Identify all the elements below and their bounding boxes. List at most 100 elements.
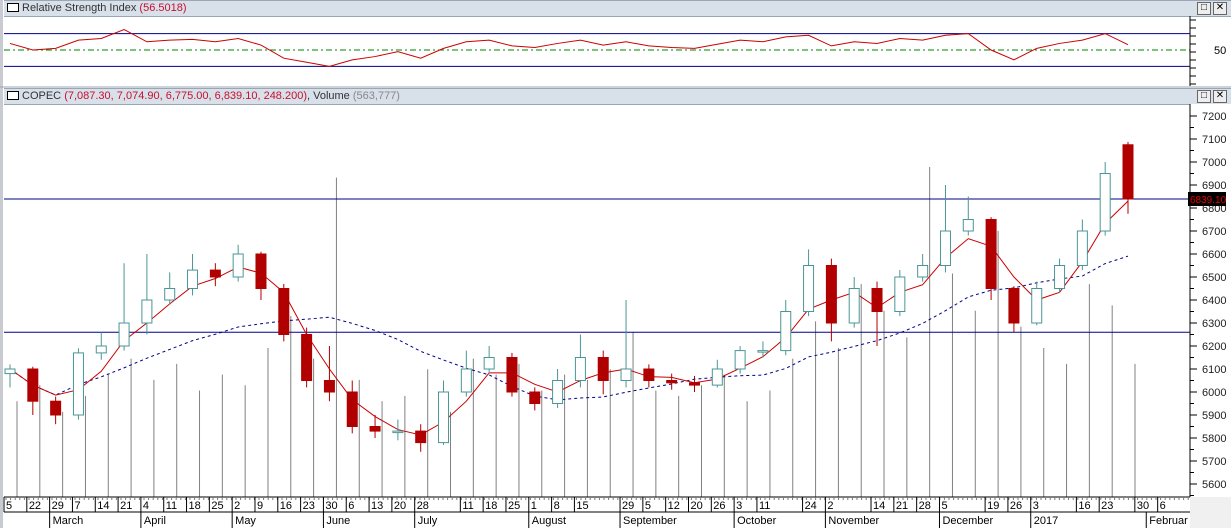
candle-up (574, 357, 586, 381)
price-axis-label: 6000 (1202, 387, 1226, 399)
candle-up (164, 288, 176, 301)
ohlc-values: (7,087.30, 7,074.90, 6,775.00, 6,839.10,… (64, 90, 307, 102)
date-tick-label: 11 (166, 500, 177, 512)
date-tick-label: 13 (371, 500, 383, 512)
date-tick-label: 14 (873, 500, 885, 512)
price-axis-label: 6400 (1202, 295, 1226, 307)
date-tick-label: 2 (234, 500, 240, 512)
price-axis-label: 6700 (1202, 226, 1226, 238)
candle-down (255, 253, 267, 289)
date-tick-label: 21 (896, 500, 908, 512)
candle-down (346, 391, 358, 427)
volume-label: , Volume (307, 90, 350, 102)
candle-down (506, 357, 518, 393)
date-tick-label: 29 (622, 500, 634, 512)
date-axis-bg (4, 497, 1190, 528)
candle-down (666, 380, 678, 384)
panel-toggle-icon[interactable] (7, 91, 19, 100)
price-axis-label: 6500 (1202, 272, 1226, 284)
date-tick-label: 30 (325, 500, 337, 512)
candle-up (939, 230, 951, 266)
price-axis-label: 6300 (1202, 318, 1226, 330)
date-tick-label: 26 (1010, 500, 1022, 512)
date-tick-label: 16 (280, 500, 292, 512)
date-tick-label: 8 (554, 500, 560, 512)
price-axis-label: 7100 (1202, 134, 1226, 146)
date-tick-label: 1 (531, 500, 537, 512)
date-tick-label: 22 (29, 500, 41, 512)
candle-up (95, 345, 107, 354)
date-tick-label: 30 (1137, 500, 1149, 512)
date-tick-label: 5 (941, 500, 947, 512)
month-label: October (737, 515, 776, 527)
date-tick-label: 3 (1033, 500, 1039, 512)
volume-value: (563,777) (352, 90, 400, 102)
candle-up (917, 265, 929, 278)
date-tick-label: 4 (143, 500, 149, 512)
date-tick-label: 14 (97, 500, 109, 512)
month-label: July (418, 515, 438, 527)
candle-down (1122, 144, 1134, 200)
month-label: May (235, 515, 256, 527)
candle-up (780, 311, 792, 352)
rsi-axis-label: 50 (1214, 45, 1226, 57)
candle-up (118, 322, 130, 347)
last-price-tag (1188, 192, 1226, 207)
month-label: December (942, 515, 993, 527)
candle-up (894, 276, 906, 312)
price-axis-label: 5600 (1202, 479, 1226, 491)
date-tick-label: 5 (6, 500, 12, 512)
date-tick-label: 11 (759, 500, 770, 512)
date-tick-label: 25 (508, 500, 520, 512)
candle-up (552, 380, 564, 404)
date-tick-label: 23 (303, 500, 315, 512)
date-tick-label: 25 (211, 500, 223, 512)
candle-down (415, 430, 427, 444)
price-axis-label: 6800 (1202, 203, 1226, 215)
candle-down (529, 391, 541, 404)
candle-up (757, 350, 769, 353)
candle-up (483, 357, 495, 370)
candle-down (369, 426, 381, 432)
date-tick-label: 5 (645, 500, 651, 512)
short-moving-average (9, 200, 1129, 436)
price-axis-label: 7200 (1202, 111, 1226, 123)
month-label: November (828, 515, 879, 527)
price-axis-label: 6600 (1202, 249, 1226, 261)
symbol-name: COPEC (22, 90, 62, 102)
date-tick-label: 15 (576, 500, 588, 512)
date-tick-label: 21 (120, 500, 132, 512)
close-icon[interactable]: ✕ (1213, 90, 1227, 103)
date-tick-label: 26 (713, 500, 725, 512)
date-tick-label: 24 (805, 500, 817, 512)
date-tick-label: 3 (736, 500, 742, 512)
price-axis-label: 5900 (1202, 410, 1226, 422)
month-label: June (326, 515, 350, 527)
candle-down (643, 368, 655, 381)
candle-up (1054, 265, 1066, 289)
price-axis-bg (1190, 104, 1231, 497)
month-label: April (144, 515, 166, 527)
date-tick-label: 28 (919, 500, 931, 512)
candle-up (1031, 288, 1043, 324)
candle-down (209, 269, 221, 278)
price-axis-label: 6100 (1202, 364, 1226, 376)
candle-down (27, 368, 39, 402)
month-label: March (53, 515, 84, 527)
month-label: August (532, 515, 566, 527)
price-axis-label: 5700 (1202, 456, 1226, 468)
month-label: Februar (1149, 515, 1188, 527)
date-tick-label: 29 (52, 500, 64, 512)
date-tick-label: 6 (1160, 500, 1166, 512)
candle-up (803, 265, 815, 312)
candle-down (50, 400, 62, 416)
rsi-line (9, 28, 1129, 67)
candle-up (1076, 230, 1088, 266)
candle-up (460, 368, 472, 393)
candle-down (871, 288, 883, 312)
candle-up (438, 391, 450, 444)
candle-down (825, 265, 837, 324)
maximize-icon[interactable]: □ (1197, 90, 1211, 103)
candle-up (72, 352, 84, 416)
candle-up (232, 253, 244, 278)
